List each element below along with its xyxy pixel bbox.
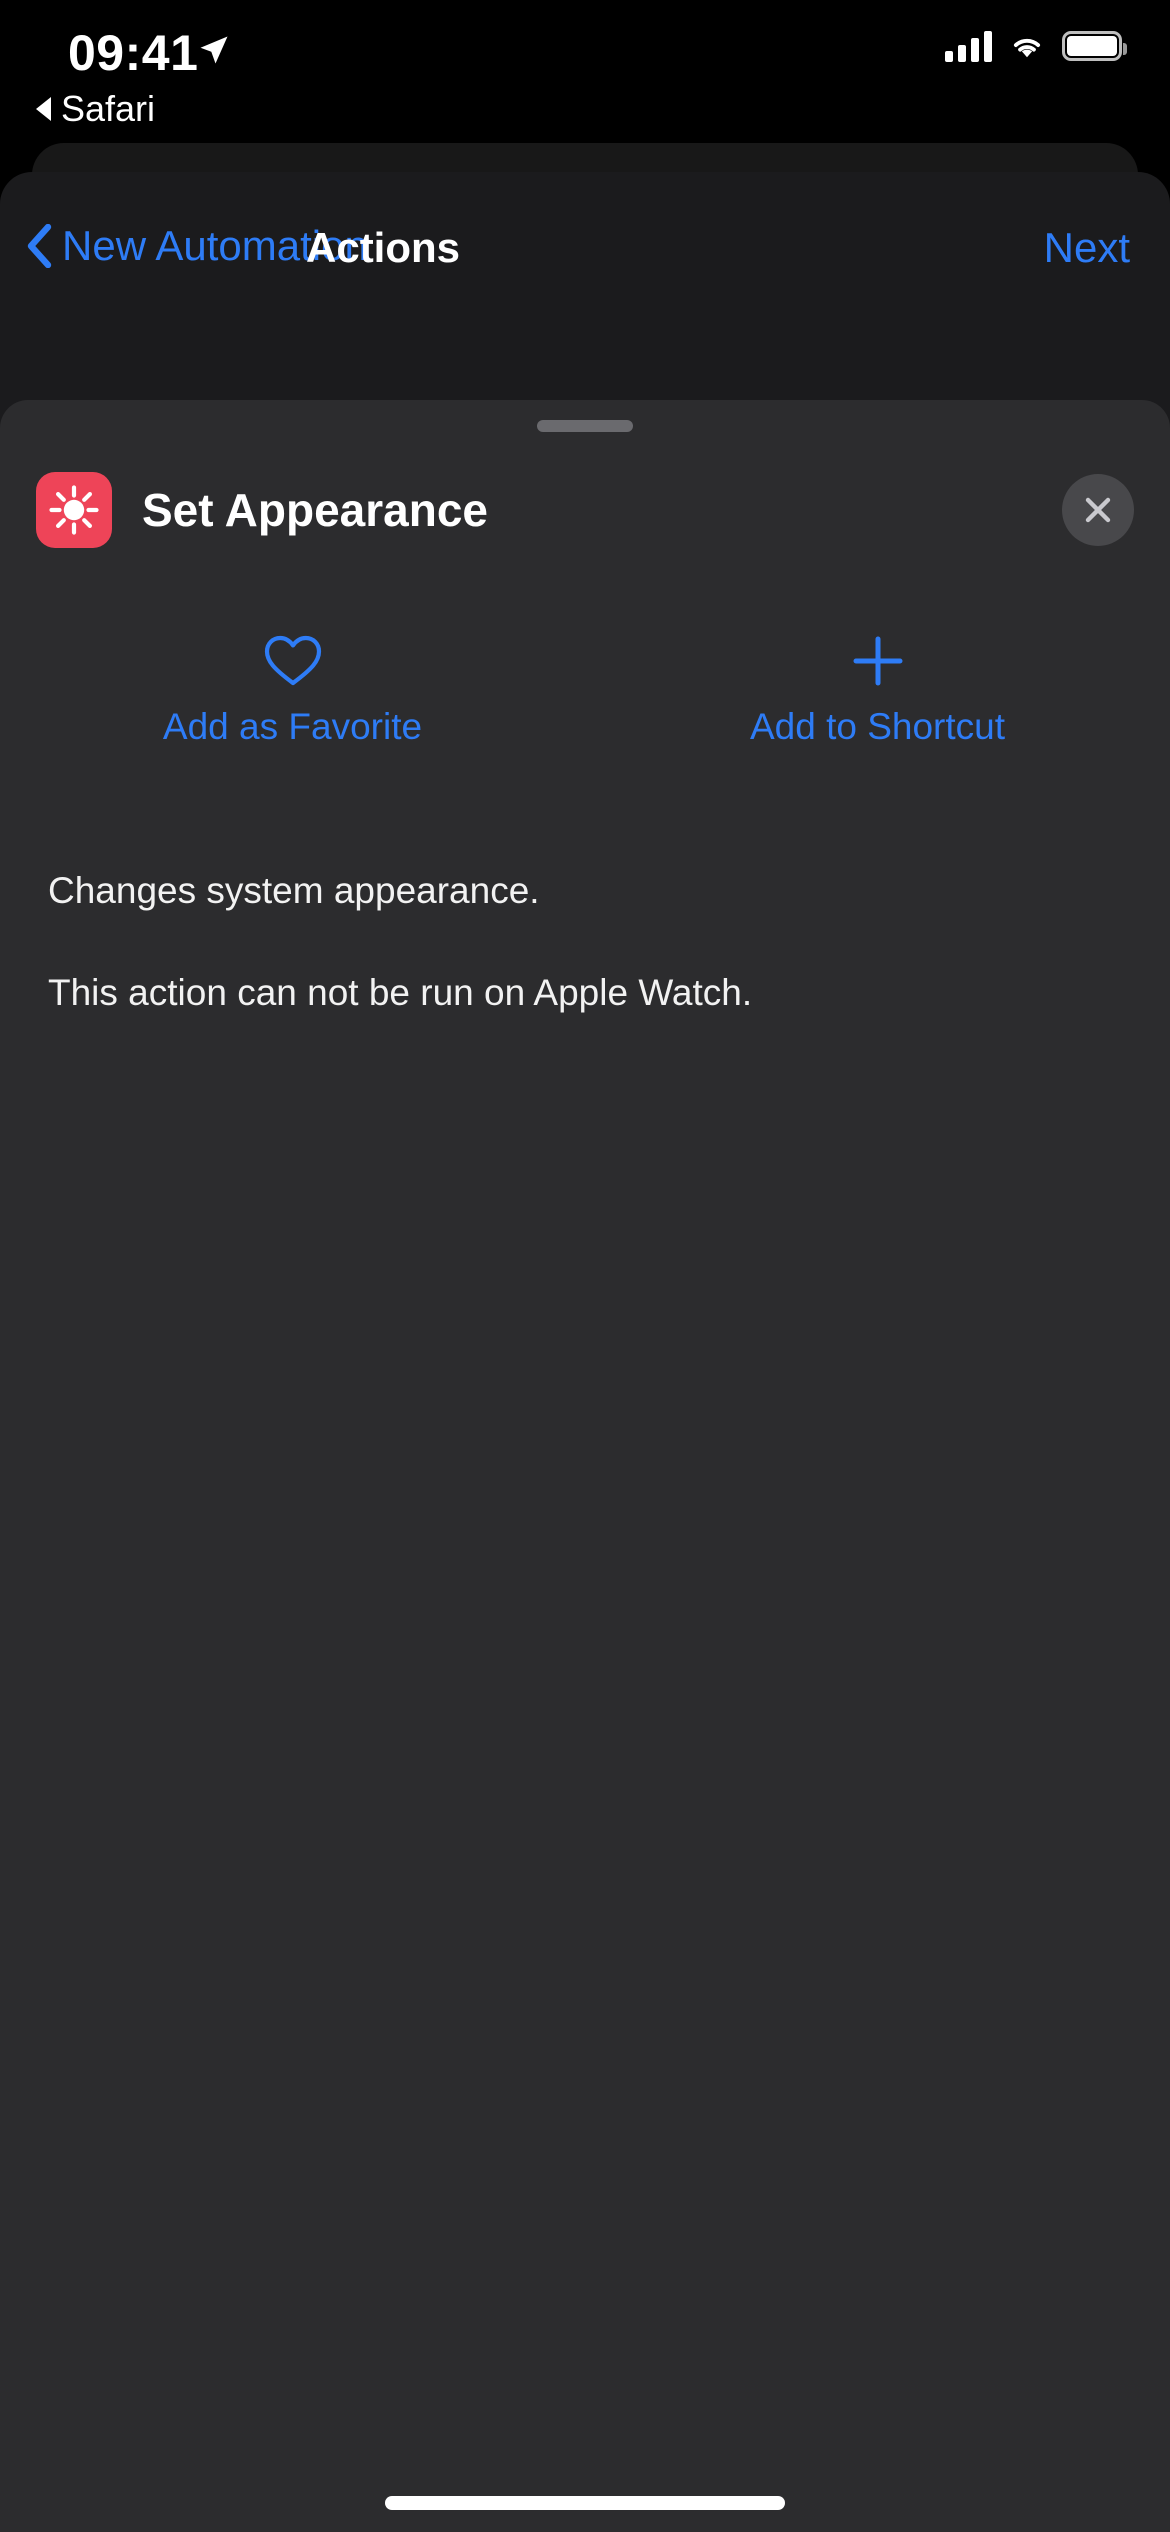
status-bar-indicators — [945, 30, 1127, 62]
back-to-app-button[interactable]: Safari — [36, 88, 155, 130]
close-button[interactable] — [1062, 474, 1134, 546]
sheet-header: Set Appearance — [0, 472, 1170, 548]
navigation-bar: New Automation Actions Next — [0, 172, 1170, 402]
description-line-2: This action can not be run on Apple Watc… — [48, 971, 753, 1013]
sun-brightness-icon — [36, 472, 112, 548]
home-indicator[interactable] — [385, 2496, 785, 2510]
sheet-action-buttons: Add as Favorite Add to Shortcut — [0, 630, 1170, 748]
heart-outline-icon — [262, 630, 324, 692]
add-to-shortcut-button[interactable]: Add to Shortcut — [585, 630, 1170, 748]
chevron-left-icon — [27, 224, 52, 268]
wifi-icon — [1013, 38, 1041, 58]
status-bar-time: 09:41 — [68, 25, 199, 81]
status-bar: 09:41 — [0, 0, 1170, 132]
add-as-favorite-label: Add as Favorite — [162, 706, 423, 747]
description-line-1: Changes system appearance. — [48, 870, 540, 911]
sheet-title: Set Appearance — [142, 484, 488, 536]
add-to-shortcut-label: Add to Shortcut — [749, 706, 1006, 747]
page-title: Actions — [306, 224, 461, 271]
sheet-grabber-handle[interactable] — [537, 420, 633, 432]
close-x-icon — [1085, 497, 1111, 523]
plus-icon — [848, 630, 908, 692]
back-triangle-icon — [36, 97, 51, 121]
cellular-signal-icon — [945, 30, 992, 62]
action-detail-sheet: Set Appearance Add as Favorite Add to Sh… — [0, 400, 1170, 2532]
location-arrow-icon — [200, 36, 228, 64]
battery-full-icon — [1062, 31, 1127, 61]
action-description: Changes system appearance. This action c… — [0, 866, 1170, 1018]
add-as-favorite-button[interactable]: Add as Favorite — [0, 630, 585, 748]
phone-screen: 09:41 Safari New Automation Actions Next… — [0, 0, 1170, 2532]
back-to-app-label: Safari — [61, 88, 156, 129]
next-button[interactable]: Next — [1044, 224, 1130, 272]
